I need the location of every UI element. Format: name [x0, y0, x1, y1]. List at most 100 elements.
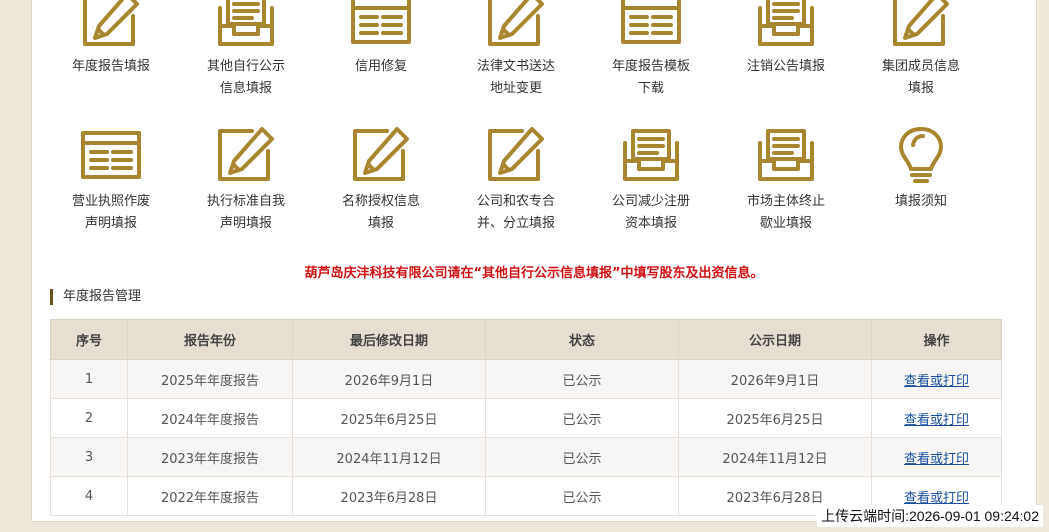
label-line: 声明填报 [219, 216, 272, 231]
cell-action: 查看或打印 [871, 359, 1002, 399]
col-header-modified: 最后修改日期 [292, 319, 486, 360]
section-title: 年度报告管理 [50, 289, 141, 305]
label-line: 注销公告填报 [746, 59, 825, 74]
icons_row1-item-0[interactable]: 年度报告填报 [43, 0, 179, 78]
cell-year: 2025年年度报告 [127, 359, 293, 399]
col-header-index: 序号 [50, 319, 128, 360]
label-line: 公司和农专合 [476, 194, 555, 209]
cell-modified: 2026年9月1日 [292, 359, 486, 399]
label-line: 公司减少注册 [611, 194, 690, 209]
edit-icon [448, 125, 584, 185]
main-panel: 年度报告填报 其他自行公示 信息填报 信用修复 法律文书送达 地址变更 年度报告模板 下载 注销… [31, 0, 1037, 522]
cell-action: 查看或打印 [871, 437, 1002, 477]
col-header-action: 操作 [871, 319, 1002, 360]
label-line: 填报须知 [894, 194, 947, 209]
label-line: 填报 [367, 216, 394, 231]
cell-modified: 2023年6月28日 [292, 476, 486, 516]
icons_row1-item-label: 其他自行公示 信息填报 [178, 56, 314, 100]
icons_row1-item-1[interactable]: 其他自行公示 信息填报 [178, 0, 314, 100]
table-header-row: 序号 报告年份 最后修改日期 状态 公示日期 操作 [50, 319, 1002, 360]
cell-status: 已公示 [485, 476, 679, 516]
icons_row1-item-2[interactable]: 信用修复 [313, 0, 449, 78]
icons_row2-item-label: 公司和农专合 并、分立填报 [448, 191, 584, 235]
col-header-year: 报告年份 [127, 319, 293, 360]
cell-publish-date: 2025年6月25日 [678, 398, 872, 438]
label-line: 歇业填报 [759, 216, 812, 231]
cell-status: 已公示 [485, 398, 679, 438]
icons_row1-item-3[interactable]: 法律文书送达 地址变更 [448, 0, 584, 100]
cell-publish-date: 2026年9月1日 [678, 359, 872, 399]
inbox-icon [718, 125, 854, 185]
icons_row1-item-label: 法律文书送达 地址变更 [448, 56, 584, 100]
cell-year: 2024年年度报告 [127, 398, 293, 438]
cell-modified: 2024年11月12日 [292, 437, 486, 477]
label-line: 信息填报 [219, 81, 272, 96]
icons_row2-item-5[interactable]: 市场主体终止 歇业填报 [718, 125, 854, 235]
label-line: 名称授权信息 [341, 194, 420, 209]
icons_row1-item-6[interactable]: 集团成员信息 填报 [853, 0, 989, 100]
icons_row2-item-label: 名称授权信息 填报 [313, 191, 449, 235]
edit-icon [43, 0, 179, 50]
edit-icon [853, 0, 989, 50]
label-line: 年度报告填报 [71, 59, 150, 74]
icons_row1-item-4[interactable]: 年度报告模板 下载 [583, 0, 719, 100]
label-line: 营业执照作废 [71, 194, 150, 209]
annual-report-table: 序号 报告年份 最后修改日期 状态 公示日期 操作 1 2025年年度报告 2026… [50, 319, 1002, 516]
edit-icon [178, 125, 314, 185]
edit-icon [313, 125, 449, 185]
table-row: 2 2024年年度报告 2025年6月25日 已公示 2025年6月25日 查看或打印 [50, 398, 1002, 438]
icons_row1-item-5[interactable]: 注销公告填报 [718, 0, 854, 78]
col-header-publish-date: 公示日期 [678, 319, 872, 360]
upload-time: 上传云端时间:2026-09-01 09:24:02 [817, 505, 1043, 527]
icons_row2-item-1[interactable]: 执行标准自我 声明填报 [178, 125, 314, 235]
icons_row2-item-label: 营业执照作废 声明填报 [43, 191, 179, 235]
inbox-icon [583, 125, 719, 185]
icons_row2-item-label: 市场主体终止 歇业填报 [718, 191, 854, 235]
label-line: 年度报告模板 [611, 59, 690, 74]
form-list-icon [43, 125, 179, 185]
label-line: 并、分立填报 [476, 216, 555, 231]
label-line: 其他自行公示 [206, 59, 285, 74]
cell-index: 4 [50, 476, 128, 516]
lightbulb-icon [853, 125, 989, 185]
label-line: 声明填报 [84, 216, 137, 231]
icons_row1-item-label: 信用修复 [313, 56, 449, 78]
label-line: 市场主体终止 [746, 194, 825, 209]
label-line: 执行标准自我 [206, 194, 285, 209]
view-or-print-link[interactable]: 查看或打印 [904, 491, 969, 506]
cell-year: 2022年年度报告 [127, 476, 293, 516]
cell-index: 2 [50, 398, 128, 438]
icons_row1-item-label: 年度报告填报 [43, 56, 179, 78]
icons_row2-item-2[interactable]: 名称授权信息 填报 [313, 125, 449, 235]
icons_row2-item-0[interactable]: 营业执照作废 声明填报 [43, 125, 179, 235]
icons_row2-item-4[interactable]: 公司减少注册 资本填报 [583, 125, 719, 235]
inbox-icon [718, 0, 854, 50]
cell-index: 3 [50, 437, 128, 477]
icons_row2-item-6[interactable]: 填报须知 [853, 125, 989, 213]
cell-index: 1 [50, 359, 128, 399]
label-line: 地址变更 [489, 81, 542, 96]
form-list-icon [583, 0, 719, 50]
cell-status: 已公示 [485, 437, 679, 477]
label-line: 填报 [907, 81, 934, 96]
icons_row2-item-label: 执行标准自我 声明填报 [178, 191, 314, 235]
icons_row2-item-label: 公司减少注册 资本填报 [583, 191, 719, 235]
table-row: 1 2025年年度报告 2026年9月1日 已公示 2026年9月1日 查看或打印 [50, 359, 1002, 399]
icons_row2-item-3[interactable]: 公司和农专合 并、分立填报 [448, 125, 584, 235]
edit-icon [448, 0, 584, 50]
label-line: 资本填报 [624, 216, 677, 231]
cell-year: 2023年年度报告 [127, 437, 293, 477]
cell-modified: 2025年6月25日 [292, 398, 486, 438]
view-or-print-link[interactable]: 查看或打印 [904, 452, 969, 467]
notice-text: 葫芦岛庆沣科技有限公司请在“其他自行公示信息填报”中填写股东及出资信息。 [304, 266, 764, 281]
col-header-status: 状态 [485, 319, 679, 360]
view-or-print-link[interactable]: 查看或打印 [904, 413, 969, 428]
label-line: 集团成员信息 [881, 59, 960, 74]
icons_row2-item-label: 填报须知 [853, 191, 989, 213]
label-line: 下载 [637, 81, 664, 96]
table-row: 3 2023年年度报告 2024年11月12日 已公示 2024年11月12日 查看或打印 [50, 437, 1002, 477]
view-or-print-link[interactable]: 查看或打印 [904, 374, 969, 389]
cell-publish-date: 2024年11月12日 [678, 437, 872, 477]
cell-status: 已公示 [485, 359, 679, 399]
cell-action: 查看或打印 [871, 398, 1002, 438]
